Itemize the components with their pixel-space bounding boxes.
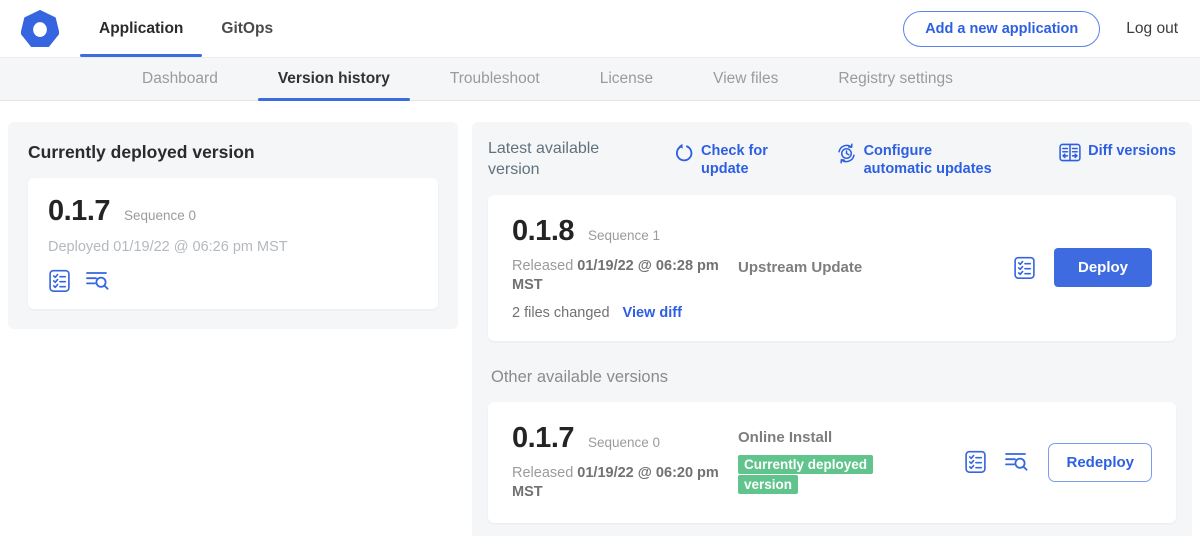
deployed-version-card: 0.1.7 Sequence 0 Deployed 01/19/22 @ 06:… — [28, 178, 438, 309]
files-changed-text: 2 files changed — [512, 305, 610, 321]
preflight-checks-icon[interactable] — [1013, 256, 1036, 280]
subtab-registry-settings[interactable]: Registry settings — [808, 58, 983, 100]
subtab-version-history[interactable]: Version history — [248, 58, 420, 100]
tab-gitops-label: GitOps — [221, 20, 273, 38]
currently-deployed-title: Currently deployed version — [28, 142, 438, 163]
diff-versions-icon — [1059, 143, 1081, 162]
latest-version-card: 0.1.8 Sequence 1 Released 01/19/22 @ 06:… — [488, 195, 1176, 341]
app-logo[interactable] — [0, 0, 80, 57]
diff-versions-link[interactable]: Diff versions — [1059, 142, 1176, 178]
logout-link[interactable]: Log out — [1126, 20, 1178, 38]
currently-deployed-badge: Currently deployed version — [738, 455, 873, 494]
other-source-label: Online Install — [738, 429, 964, 446]
diff-versions-label: Diff versions — [1088, 142, 1176, 160]
subtab-version-history-label: Version history — [278, 70, 390, 88]
available-versions-panel: Latest available version Check for updat… — [472, 122, 1192, 536]
released-label: Released — [512, 258, 573, 274]
subtab-license[interactable]: License — [570, 58, 683, 100]
latest-available-title: Latest available version — [488, 139, 626, 181]
tab-application-label: Application — [99, 20, 183, 38]
preflight-checks-icon[interactable] — [964, 450, 987, 474]
subtab-dashboard[interactable]: Dashboard — [112, 58, 248, 100]
top-header: Application GitOps Add a new application… — [0, 0, 1200, 57]
subtab-view-files-label: View files — [713, 70, 778, 88]
subtab-troubleshoot-label: Troubleshoot — [450, 70, 540, 88]
main-content: Currently deployed version 0.1.7 Sequenc… — [0, 101, 1200, 536]
view-logs-icon[interactable] — [1005, 451, 1030, 473]
configure-automatic-updates-label: Configure automatic updates — [864, 142, 994, 178]
redeploy-button[interactable]: Redeploy — [1048, 443, 1152, 482]
latest-version-number: 0.1.8 — [512, 215, 574, 248]
preflight-checks-icon[interactable] — [48, 269, 71, 293]
released-label: Released — [512, 465, 573, 481]
subtab-troubleshoot[interactable]: Troubleshoot — [420, 58, 570, 100]
currently-deployed-panel: Currently deployed version 0.1.7 Sequenc… — [8, 122, 458, 329]
other-sequence: Sequence 0 — [588, 435, 660, 450]
deployed-sequence: Sequence 0 — [124, 208, 196, 223]
deployed-timestamp: Deployed 01/19/22 @ 06:26 pm MST — [48, 239, 418, 255]
view-logs-icon[interactable] — [86, 270, 111, 292]
subtab-dashboard-label: Dashboard — [142, 70, 218, 88]
subtab-view-files[interactable]: View files — [683, 58, 808, 100]
app-subnav: Dashboard Version history Troubleshoot L… — [0, 57, 1200, 101]
latest-sequence: Sequence 1 — [588, 228, 660, 243]
latest-released-timestamp: Released 01/19/22 @ 06:28 pm MST — [512, 257, 727, 296]
heptagon-logo-icon — [21, 10, 59, 48]
other-version-number: 0.1.7 — [512, 422, 574, 455]
view-diff-link[interactable]: View diff — [623, 305, 682, 321]
subtab-registry-settings-label: Registry settings — [838, 70, 953, 88]
latest-source-label: Upstream Update — [738, 259, 1013, 276]
other-released-timestamp: Released 01/19/22 @ 06:20 pm MST — [512, 464, 727, 503]
refresh-icon — [674, 143, 694, 163]
header-right: Add a new application Log out — [903, 0, 1200, 57]
schedule-update-icon — [836, 143, 857, 164]
other-versions-title: Other available versions — [491, 368, 1176, 387]
tab-application[interactable]: Application — [80, 0, 202, 57]
version-actions: Check for update Configure automatic upd… — [626, 139, 1176, 178]
subtab-license-label: License — [600, 70, 653, 88]
deploy-button[interactable]: Deploy — [1054, 248, 1152, 287]
configure-automatic-updates-link[interactable]: Configure automatic updates — [836, 142, 994, 178]
tab-gitops[interactable]: GitOps — [202, 0, 292, 57]
deployed-version-number: 0.1.7 — [48, 195, 110, 228]
check-for-update-link[interactable]: Check for update — [674, 142, 770, 178]
add-application-button[interactable]: Add a new application — [903, 11, 1100, 47]
other-version-card: 0.1.7 Sequence 0 Released 01/19/22 @ 06:… — [488, 402, 1176, 523]
header-tabs: Application GitOps — [80, 0, 292, 57]
check-for-update-label: Check for update — [701, 142, 770, 178]
